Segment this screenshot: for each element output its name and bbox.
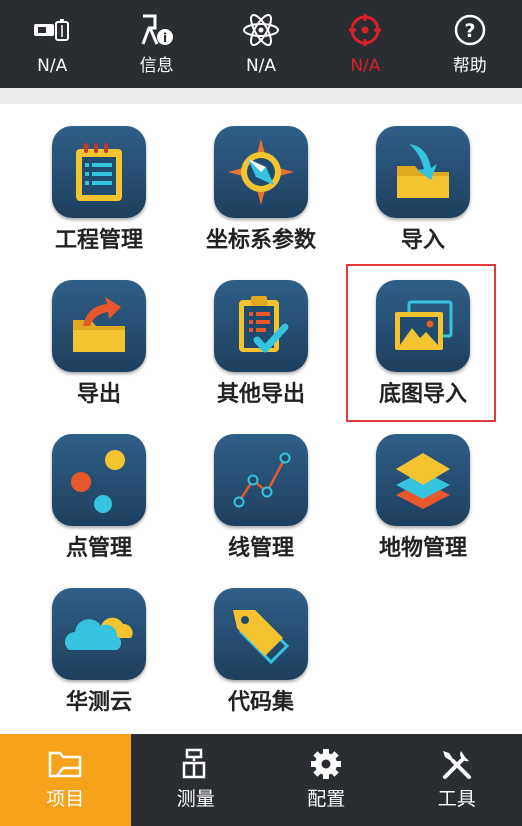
tile-label: 导入 — [400, 228, 445, 253]
topbar-item-help[interactable]: ? 帮助 — [418, 0, 522, 88]
clipboard-check-icon — [214, 280, 308, 372]
topbar-label: 帮助 — [452, 56, 487, 76]
tile-coordinate-params[interactable]: 坐标系参数 — [180, 104, 342, 254]
atom-icon — [239, 10, 283, 50]
tile-label: 坐标系参数 — [205, 228, 316, 253]
tile-label: 工程管理 — [54, 228, 143, 253]
project-notebook-icon — [52, 126, 146, 218]
topbar-item-satellite[interactable]: N/A — [209, 0, 313, 88]
svg-text:?: ? — [464, 20, 475, 42]
tile-label: 线管理 — [227, 536, 294, 561]
tile-import[interactable]: 导入 — [342, 104, 504, 254]
topbar-label: N/A — [37, 56, 68, 76]
topbar-label: 信息 — [139, 56, 174, 76]
tile-line-management[interactable]: 线管理 — [180, 412, 342, 562]
topbar-item-position[interactable]: N/A — [313, 0, 417, 88]
highlight-box — [346, 264, 496, 422]
tile-label: 导出 — [76, 382, 121, 407]
tile-label: 地物管理 — [378, 536, 467, 561]
tile-point-management[interactable]: 点管理 — [18, 412, 180, 562]
divider — [0, 88, 522, 104]
tile-project-management[interactable]: 工程管理 — [18, 104, 180, 254]
polyline-icon — [214, 434, 308, 526]
cloud-icon — [52, 588, 146, 680]
compass-icon — [214, 126, 308, 218]
tile-feature-management[interactable]: 地物管理 — [342, 412, 504, 562]
tile-code-set[interactable]: 代码集 — [180, 566, 342, 716]
battery-icon — [30, 10, 74, 50]
tile-label: 点管理 — [65, 536, 132, 561]
points-icon — [52, 434, 146, 526]
topbar-item-info[interactable]: i 信息 — [104, 0, 208, 88]
topbar-label: N/A — [245, 56, 277, 76]
nav-label: 测量 — [176, 788, 215, 810]
info-antenna-icon: i — [135, 10, 179, 50]
settings-gear-icon — [306, 746, 346, 782]
bottom-navigation: 项目 测量 配置 工具 — [0, 734, 522, 826]
svg-text:i: i — [163, 31, 167, 45]
tile-other-export[interactable]: 其他导出 — [180, 258, 342, 408]
survey-icon — [176, 746, 216, 782]
tile-huace-cloud[interactable]: 华测云 — [18, 566, 180, 716]
export-folder-icon — [52, 280, 146, 372]
tile-label: 其他导出 — [216, 382, 305, 407]
tools-icon — [437, 746, 477, 782]
nav-tab-project[interactable]: 项目 — [0, 734, 131, 826]
nav-label: 工具 — [437, 788, 476, 810]
topbar-label: N/A — [350, 56, 381, 76]
nav-label: 项目 — [46, 788, 85, 810]
tile-export[interactable]: 导出 — [18, 258, 180, 408]
topbar-item-battery[interactable]: N/A — [0, 0, 104, 88]
nav-tab-survey[interactable]: 测量 — [131, 734, 262, 826]
layers-icon — [376, 434, 470, 526]
status-toolbar: N/A i 信息 N/A N/A ? 帮助 — [0, 0, 522, 88]
import-folder-icon — [376, 126, 470, 218]
tile-label: 华测云 — [65, 690, 132, 715]
nav-tab-config[interactable]: 配置 — [261, 734, 392, 826]
tag-icon — [214, 588, 308, 680]
help-icon: ? — [448, 10, 492, 50]
nav-tab-tools[interactable]: 工具 — [392, 734, 522, 826]
project-folder-icon — [45, 746, 85, 782]
crosshair-icon — [343, 10, 387, 50]
nav-label: 配置 — [307, 788, 346, 810]
function-grid: 工程管理 坐标系参数 导入 导出 其他导出 底图导入 点管理 线管理 地物管理 … — [0, 104, 522, 732]
tile-label: 代码集 — [227, 690, 294, 715]
